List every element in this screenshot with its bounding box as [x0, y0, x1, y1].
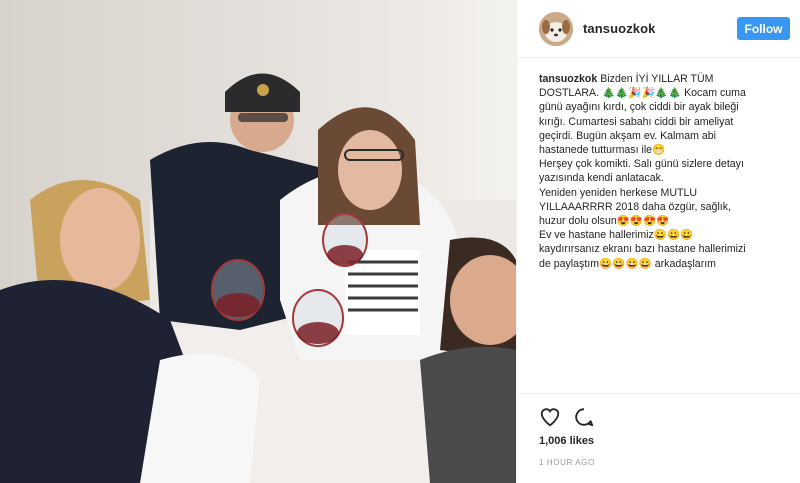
post-header: tansuozkok Follow — [517, 0, 800, 58]
caption-line: geçirdi. Bugün akşam ev. Kalmam abi — [539, 129, 717, 142]
likes-count[interactable]: 1,006 likes — [539, 435, 594, 447]
caption-line: YILLAAARRRR 2018 daha özgür, sağlık, — [539, 200, 731, 213]
caption-line: Yeniden yeniden herkese MUTLU — [539, 186, 698, 199]
post-sidebar: tansuozkok Follow tansuozkok Bizden İYİ … — [516, 0, 800, 483]
caption-line: kaydırırsanız ekranı bazı hastane haller… — [539, 243, 746, 256]
caption-line: kırığı. Cumartesi sabahı ciddi bir ameli… — [539, 115, 734, 128]
caption-line: DOSTLARA. 🎄🎄🎉🎉🎄🎄 Kocam cuma — [539, 87, 746, 100]
caption-line: huzur dolu olsun😍😍😍😍 — [539, 215, 670, 228]
caption-username[interactable]: tansuozkok — [539, 73, 597, 85]
caption-line: yazısında kendi anlatacak. — [539, 172, 664, 185]
caption-line: Ev ve hastane hallerimiz😀😀😀 — [539, 229, 694, 242]
comment-icon[interactable] — [573, 406, 595, 428]
avatar-image — [539, 12, 573, 46]
avatar[interactable] — [539, 12, 573, 46]
post-photo-image — [0, 0, 516, 483]
caption-line: tansuozkok Bizden İYİ YILLAR TÜM — [539, 72, 791, 86]
username-link[interactable]: tansuozkok — [583, 21, 656, 36]
post-timestamp[interactable]: 1 HOUR AGO — [539, 458, 595, 467]
caption-text: Bizden İYİ YILLAR TÜM — [600, 73, 714, 85]
post-photo[interactable] — [0, 0, 516, 483]
caption-line: Herşey çok komikti. Salı günü sizlere de… — [539, 158, 744, 171]
post-caption: tansuozkok Bizden İYİ YILLAR TÜM DOSTLAR… — [539, 72, 791, 271]
caption-line: günü ayağını kırdı, çok ciddi bir ayak b… — [539, 101, 739, 114]
caption-line: hastanede tutturması ile😁 — [539, 144, 666, 157]
post-actions: 1,006 likes 1 HOUR AGO — [517, 393, 800, 483]
heart-icon[interactable] — [539, 406, 561, 428]
follow-button[interactable]: Follow — [737, 17, 790, 40]
caption-line: de paylaştım😀😀😀😀 arkadaşlarım — [539, 257, 716, 270]
